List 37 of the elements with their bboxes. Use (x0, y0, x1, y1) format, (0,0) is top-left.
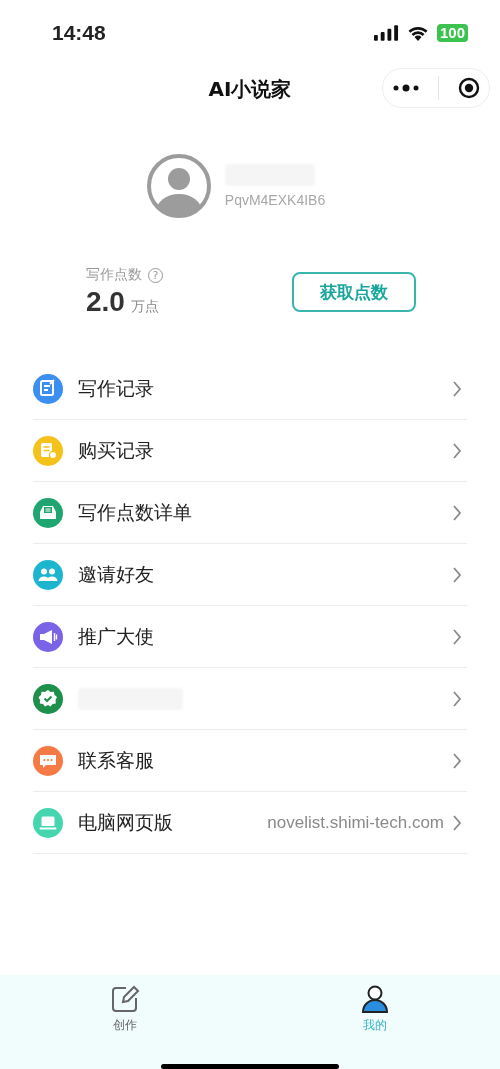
status-time: 14:48 (52, 21, 106, 45)
menu-label: 购买记录 (78, 437, 154, 463)
menu-label: 写作记录 (78, 375, 154, 401)
menu-item[interactable]: 写作点数详单 (33, 482, 467, 544)
chevron-right-icon (452, 627, 462, 646)
avatar-icon (146, 154, 211, 218)
menu-label: 写作点数详单 (78, 499, 192, 525)
points-label: 写作点数 (86, 266, 142, 284)
page-title: AI小说家 (208, 75, 292, 103)
edit-icon (110, 984, 140, 1014)
tab[interactable]: 创作 (0, 975, 250, 1069)
chevron-right-icon (452, 441, 462, 460)
chevron-right-icon (452, 813, 462, 832)
menu-item[interactable]: 电脑网页版 novelist.shimi-tech.com (33, 792, 467, 854)
menu-item[interactable]: 推广大使 (33, 606, 467, 668)
more-icon[interactable] (392, 84, 419, 92)
menu-item[interactable]: 联系客服 (33, 730, 467, 792)
user-id: PqvM4EXK4IB6 (224, 192, 326, 208)
menu-value: novelist.shimi-tech.com (267, 812, 444, 833)
menu-label: 电脑网页版 (78, 809, 173, 835)
chevron-right-icon (452, 503, 462, 522)
menu-item[interactable]: 购买记录 (33, 420, 467, 482)
menu-item[interactable]: 写作记录 (33, 358, 467, 420)
chevron-right-icon (452, 751, 462, 770)
points-value: 2.0 (86, 286, 125, 318)
chevron-right-icon (452, 379, 462, 398)
menu-label: 邀请好友 (78, 561, 154, 587)
person-icon (360, 984, 390, 1014)
menu-label: 推广大使 (78, 623, 154, 649)
wifi-icon (406, 25, 429, 41)
signal-icon (373, 25, 399, 41)
menu-item[interactable]: 邀请好友 (33, 544, 467, 606)
menu-label: 联系客服 (78, 747, 154, 773)
chevron-right-icon (452, 689, 462, 708)
battery-indicator: 100 (436, 24, 468, 42)
points-unit: 万点 (130, 298, 159, 316)
chevron-right-icon (452, 565, 462, 584)
